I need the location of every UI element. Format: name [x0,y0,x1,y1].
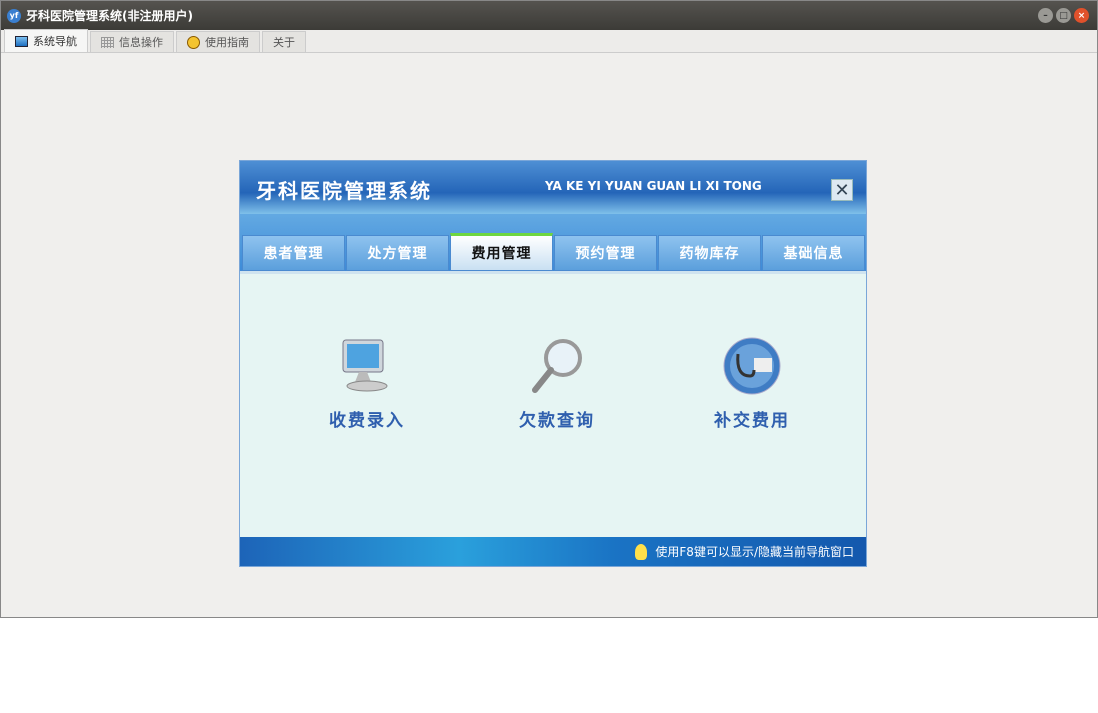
app-logo-icon: yf [7,8,21,23]
panel-header: 牙科医院管理系统 YA KE YI YUAN GUAN LI XI TONG ✕ [240,161,866,214]
panel-title: 牙科医院管理系统 [256,179,432,203]
tab-drug-stock[interactable]: 药物库存 [658,235,761,271]
panel-close-button[interactable]: ✕ [831,179,853,201]
window-title: 牙科医院管理系统(非注册用户) [26,9,193,23]
monitor-icon [342,339,388,392]
tab-label: 关于 [273,36,295,49]
panel-subtitle: YA KE YI YUAN GUAN LI XI TONG [545,179,762,193]
tab-fees[interactable]: 费用管理 [450,233,553,271]
navigation-panel: 牙科医院管理系统 YA KE YI YUAN GUAN LI XI TONG ✕… [239,160,867,567]
minimize-button[interactable]: – [1038,8,1053,23]
debt-query-button[interactable]: 欠款查询 [497,336,617,431]
module-tabs: 患者管理 处方管理 费用管理 预约管理 药物库存 基础信息 [240,214,866,274]
help-icon [187,35,200,49]
main-tabs: 系统导航 信息操作 使用指南 关于 [1,29,1097,53]
panel-footer: 使用F8键可以显示/隐藏当前导航窗口 [240,537,866,566]
footer-hint: 使用F8键可以显示/隐藏当前导航窗口 [655,545,854,559]
title-bar: yf 牙科医院管理系统(非注册用户) – □ × [1,1,1097,30]
tab-about[interactable]: 关于 [262,31,306,52]
supplement-fee-button[interactable]: 补交费用 [692,336,812,431]
magnifier-icon [532,339,582,393]
fee-entry-button[interactable]: 收费录入 [307,336,427,431]
tab-label: 使用指南 [205,36,249,49]
tab-info-ops[interactable]: 信息操作 [90,31,174,52]
item-label: 收费录入 [329,411,405,431]
tab-basic-info[interactable]: 基础信息 [762,235,865,271]
tab-prescription[interactable]: 处方管理 [346,235,449,271]
item-label: 补交费用 [714,411,790,431]
tab-patient[interactable]: 患者管理 [242,235,345,271]
tab-guide[interactable]: 使用指南 [176,31,260,52]
monitor-icon [15,35,28,47]
tab-system-nav[interactable]: 系统导航 [4,29,88,52]
tab-label: 信息操作 [119,36,163,49]
item-label: 欠款查询 [519,411,595,431]
close-button[interactable]: × [1074,8,1089,23]
tab-appointment[interactable]: 预约管理 [554,235,657,271]
lightbulb-icon [635,543,648,560]
stethoscope-icon [723,337,781,395]
maximize-button[interactable]: □ [1056,8,1071,23]
grid-icon [101,36,114,48]
tab-label: 系统导航 [33,35,77,48]
